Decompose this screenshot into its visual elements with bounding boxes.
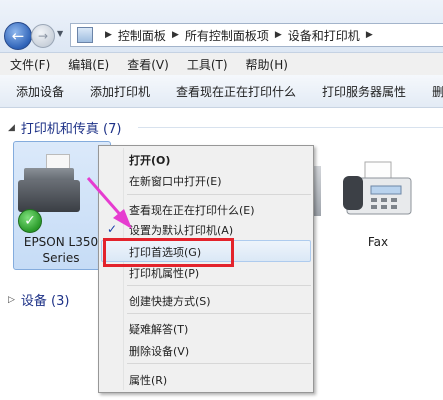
address-bar-area: ← → ▼ ▶ 控制面板 ▶ 所有控制面板项 ▶ 设备和打印机 ▶ xyxy=(0,0,443,53)
printers-section-header[interactable]: ◢ 打印机和传真 (7) xyxy=(8,118,121,137)
devices-section-title: 设备 (3) xyxy=(20,294,70,309)
chevron-right-icon[interactable]: ▶ xyxy=(105,30,112,40)
menu-bar: 文件(F) 编辑(E) 查看(V) 工具(T) 帮助(H) xyxy=(0,53,443,75)
default-check-icon: ✓ xyxy=(18,209,42,233)
expand-arrow-icon[interactable]: ▷ xyxy=(8,295,15,305)
context-menu: 打开(O) 在新窗口中打开(E) 查看现在正在打印什么(E) ✓ 设置为默认打印… xyxy=(98,145,314,393)
remove-button[interactable]: 删 xyxy=(416,83,443,100)
breadcrumb-all-items[interactable]: 所有控制面板项 xyxy=(185,27,269,44)
menu-help[interactable]: 帮助(H) xyxy=(236,56,296,73)
see-printing-button[interactable]: 查看现在正在打印什么 xyxy=(160,83,306,100)
menu-item-create-shortcut[interactable]: 创建快捷方式(S) xyxy=(129,293,211,309)
breadcrumb: ▶ 控制面板 ▶ 所有控制面板项 ▶ 设备和打印机 ▶ xyxy=(99,27,379,44)
control-panel-icon xyxy=(77,27,93,43)
menu-item-troubleshoot[interactable]: 疑难解答(T) xyxy=(129,321,188,337)
command-toolbar: 添加设备 添加打印机 查看现在正在打印什么 打印服务器属性 删 xyxy=(0,75,443,108)
checkmark-icon: ✓ xyxy=(107,222,118,236)
chevron-right-icon[interactable]: ▶ xyxy=(366,30,373,40)
epson-device-label: EPSON L350 Series xyxy=(23,235,99,265)
menu-gutter xyxy=(123,148,124,390)
fax-icon[interactable] xyxy=(341,160,415,222)
menu-item-properties[interactable]: 属性(R) xyxy=(129,372,167,388)
menu-tools[interactable]: 工具(T) xyxy=(177,56,236,73)
menu-separator xyxy=(127,194,311,195)
devices-section-header[interactable]: ▷ 设备 (3) xyxy=(8,290,69,309)
menu-separator xyxy=(127,313,311,314)
menu-edit[interactable]: 编辑(E) xyxy=(58,56,117,73)
menu-separator xyxy=(127,363,311,364)
menu-separator xyxy=(127,285,311,286)
printers-section-title: 打印机和传真 (7) xyxy=(20,122,122,137)
add-printer-button[interactable]: 添加打印机 xyxy=(74,83,160,100)
address-field[interactable]: ▶ 控制面板 ▶ 所有控制面板项 ▶ 设备和打印机 ▶ xyxy=(70,23,443,47)
printer-body-icon xyxy=(18,180,80,212)
fax-device-label: Fax xyxy=(367,235,389,249)
chevron-right-icon[interactable]: ▶ xyxy=(172,30,179,40)
section-divider xyxy=(138,127,443,128)
breadcrumb-control-panel[interactable]: 控制面板 xyxy=(118,27,166,44)
history-dropdown-icon[interactable]: ▼ xyxy=(57,29,63,38)
menu-view[interactable]: 查看(V) xyxy=(117,56,177,73)
menu-item-open[interactable]: 打开(O) xyxy=(129,152,170,168)
forward-arrow-icon[interactable]: → xyxy=(31,24,55,48)
annotation-highlight-box xyxy=(103,238,234,267)
back-arrow-icon[interactable]: ← xyxy=(4,22,32,50)
add-device-button[interactable]: 添加设备 xyxy=(0,83,74,100)
collapse-arrow-icon[interactable]: ◢ xyxy=(8,123,15,133)
chevron-right-icon[interactable]: ▶ xyxy=(275,30,282,40)
menu-item-see-printing[interactable]: 查看现在正在打印什么(E) xyxy=(129,202,255,218)
print-server-props-button[interactable]: 打印服务器属性 xyxy=(306,83,416,100)
menu-item-set-default[interactable]: 设置为默认打印机(A) xyxy=(129,222,233,238)
breadcrumb-devices-printers[interactable]: 设备和打印机 xyxy=(288,27,360,44)
menu-item-printer-properties[interactable]: 打印机属性(P) xyxy=(129,265,199,281)
menu-file[interactable]: 文件(F) xyxy=(0,56,58,73)
menu-item-remove-device[interactable]: 删除设备(V) xyxy=(129,343,189,359)
menu-item-open-new-window[interactable]: 在新窗口中打开(E) xyxy=(129,173,222,189)
